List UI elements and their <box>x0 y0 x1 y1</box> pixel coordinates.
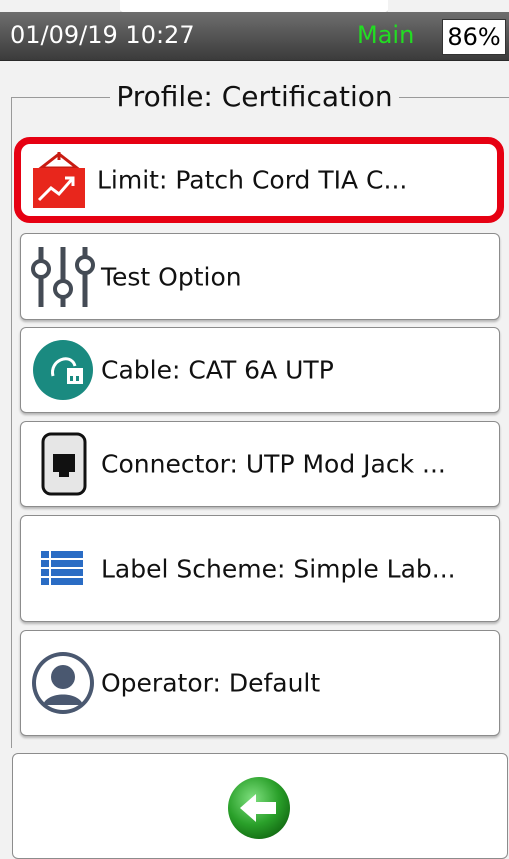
back-button[interactable] <box>226 775 292 841</box>
back-arrow-icon <box>228 777 290 839</box>
menu-item-connector[interactable]: Connector: UTP Mod Jack ... <box>20 421 500 507</box>
user-icon <box>31 651 95 715</box>
list-icon <box>31 537 95 601</box>
connector-jack-icon <box>31 432 95 496</box>
status-datetime: 01/09/19 10:27 <box>10 21 195 49</box>
page-title: Profile: Certification <box>0 80 509 113</box>
menu-item-label: Limit: Patch Cord TIA C... <box>97 165 408 195</box>
menu-item-operator[interactable]: Operator: Default <box>20 630 500 736</box>
menu-item-label: Cable: CAT 6A UTP <box>101 355 334 385</box>
screen: 01/09/19 10:27 Main 86% Profile: Certifi… <box>0 0 509 859</box>
menu-item-label-scheme[interactable]: Label Scheme: Simple Lab... <box>20 515 500 622</box>
cable-icon <box>31 338 95 402</box>
menu-item-label: Label Scheme: Simple Lab... <box>101 554 456 583</box>
menu-item-label: Test Option <box>101 262 242 291</box>
status-mode: Main <box>357 21 415 49</box>
limit-chart-icon <box>27 148 91 212</box>
status-bar: 01/09/19 10:27 Main 86% <box>0 12 509 61</box>
menu-item-label: Operator: Default <box>101 668 321 698</box>
page-title-text: Profile: Certification <box>110 80 399 113</box>
battery-indicator: 86% <box>442 19 506 55</box>
menu-item-test-option[interactable]: Test Option <box>20 233 500 320</box>
sliders-icon <box>31 245 95 309</box>
menu-item-cable[interactable]: Cable: CAT 6A UTP <box>20 327 500 413</box>
menu-item-label: Connector: UTP Mod Jack ... <box>101 449 446 479</box>
menu-item-limit[interactable]: Limit: Patch Cord TIA C... <box>14 137 504 223</box>
